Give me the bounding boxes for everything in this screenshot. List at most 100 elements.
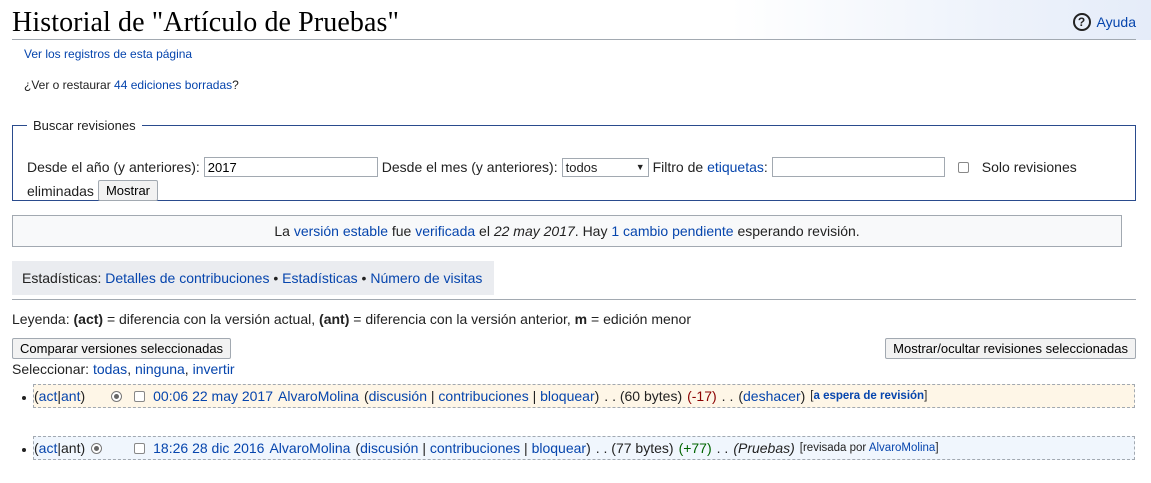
diff-old-radio[interactable] — [111, 390, 123, 402]
only-deleted-label-2: eliminadas — [27, 182, 94, 199]
deleted-suffix: ? — [232, 78, 239, 92]
title-divider — [12, 39, 1136, 40]
size-diff: (-17) — [687, 388, 717, 404]
deleted-edits-notice: ¿Ver o restaurar 44 ediciones borradas? — [24, 78, 239, 92]
revision-date-link[interactable]: 18:26 28 dic 2016 — [153, 437, 264, 459]
contribs-link[interactable]: contribuciones — [430, 440, 520, 456]
search-row-2: eliminadas Mostrar — [27, 180, 158, 201]
tags-link[interactable]: etiquetas — [707, 159, 764, 175]
flagged-text-4: . Hay — [574, 223, 612, 239]
pending-change-link[interactable]: 1 cambio pendiente — [611, 223, 733, 239]
contribution-details-link[interactable]: Detalles de contribuciones — [105, 270, 269, 286]
search-revisions-form: Buscar revisiones Desde el año (y anteri… — [12, 118, 1136, 201]
view-logs-link[interactable]: Ver los registros de esta página — [24, 47, 192, 61]
month-select[interactable]: todos ▼ — [561, 157, 649, 177]
size-diff: (+77) — [678, 440, 712, 456]
tag-prefix: [revisada por — [799, 442, 869, 454]
revision-row: (act | ant) 00:06 22 may 2017 AlvaroMoli… — [33, 384, 1135, 408]
deleted-edits-link[interactable]: 44 ediciones borradas — [114, 78, 232, 92]
user-link[interactable]: AlvaroMolina — [278, 385, 359, 407]
tag-suffix: ] — [924, 390, 928, 402]
stats-separator: • — [357, 270, 371, 286]
revision-row: (act | ant) 18:26 28 dic 2016 AlvaroMoli… — [33, 436, 1135, 460]
talk-link[interactable]: discusión — [360, 440, 418, 456]
separator-dots: . . — [716, 440, 729, 456]
statistics-link[interactable]: Estadísticas — [282, 270, 357, 286]
only-deleted-checkbox[interactable] — [957, 161, 969, 173]
tag-filter-prefix: Filtro de — [652, 159, 708, 175]
block-link[interactable]: bloquear — [532, 440, 587, 456]
review-tag: [revisada por AlvaroMolina] — [800, 437, 939, 459]
user-tools: (discusión | contribuciones | bloquear) — [355, 440, 591, 456]
page-views-link[interactable]: Número de visitas — [370, 270, 482, 286]
separator-dots: . . — [721, 388, 734, 404]
select-invert-link[interactable]: invertir — [193, 361, 235, 377]
undo-link[interactable]: deshacer — [743, 388, 801, 404]
talk-link[interactable]: discusión — [369, 388, 427, 404]
page-title: Historial de "Artículo de Pruebas" — [12, 7, 400, 38]
revision-checkbox[interactable] — [134, 442, 146, 454]
flagged-text-2: fue — [387, 223, 416, 239]
month-select-value: todos — [565, 159, 598, 175]
only-deleted-label-1: Solo revisiones — [981, 159, 1077, 175]
tag-filter-input[interactable] — [771, 157, 945, 177]
help-icon: ? — [1072, 13, 1091, 31]
ant-link[interactable]: ant — [61, 385, 80, 407]
tag-suffix: ] — [935, 442, 939, 454]
legend-act: (act) — [73, 311, 104, 327]
user-tools: (discusión | contribuciones | bloquear) — [363, 388, 600, 404]
legend-act-desc: = diferencia con la versión actual, — [103, 311, 320, 327]
flagged-text-3: el — [475, 223, 494, 239]
list-bullet — [22, 448, 26, 452]
review-tag: [a espera de revisión] — [810, 385, 927, 407]
legend-minor: m — [574, 311, 588, 327]
list-bullet — [22, 396, 26, 400]
act-link[interactable]: act — [39, 385, 58, 407]
block-link[interactable]: bloquear — [540, 388, 595, 404]
contribs-link[interactable]: contribuciones — [438, 388, 528, 404]
legend-ant: (ant) — [319, 311, 350, 327]
year-label: Desde el año (y anteriores): — [27, 159, 200, 175]
year-input[interactable] — [203, 157, 378, 177]
revision-date-link[interactable]: 00:06 22 may 2017 — [153, 385, 273, 407]
show-hide-revisions-button[interactable]: Mostrar/ocultar revisiones seleccionadas — [885, 338, 1136, 359]
select-comma: , — [127, 361, 132, 377]
flagged-revs-notice: La versión estable fue verificada el 22 … — [12, 215, 1122, 247]
diff-old-radio[interactable] — [91, 442, 103, 454]
ant-text: ant — [61, 440, 81, 456]
legend-line: Leyenda: (act) = diferencia con la versi… — [12, 311, 691, 327]
select-all-link[interactable]: todas — [93, 361, 127, 377]
paren-close: ) — [80, 388, 86, 404]
flagged-text-5: esperando revisión. — [733, 223, 860, 239]
act-text: act — [38, 440, 58, 456]
legend-minor-desc: = edición menor — [587, 311, 692, 327]
dropdown-arrow-icon: ▼ — [635, 162, 645, 172]
search-row: Desde el año (y anteriores): Desde el me… — [27, 157, 1077, 177]
stats-separator: • — [269, 270, 283, 286]
help-link[interactable]: ? Ayuda — [1072, 13, 1136, 31]
legend-prefix: Leyenda: — [12, 311, 74, 327]
show-button[interactable]: Mostrar — [97, 180, 158, 201]
undo-wrapper: (deshacer) — [738, 388, 806, 404]
pending-review-link[interactable]: a espera de revisión — [813, 390, 924, 402]
select-comma: , — [184, 361, 189, 377]
flagged-text-1: La — [274, 223, 294, 239]
section-divider — [12, 299, 1136, 300]
tag-filter-suffix: : — [763, 159, 768, 175]
select-none-link[interactable]: ninguna — [135, 361, 185, 377]
revision-checkbox[interactable] — [134, 390, 146, 402]
reviewer-link[interactable]: AlvaroMolina — [869, 442, 935, 454]
user-link[interactable]: AlvaroMolina — [269, 437, 350, 459]
select-line: Seleccionar: todas, ninguna, invertir — [12, 361, 235, 377]
help-label[interactable]: Ayuda — [1097, 14, 1136, 30]
paren-close: ) — [80, 440, 86, 456]
stats-label: Estadísticas: — [22, 270, 102, 286]
compare-versions-button[interactable]: Comparar versiones seleccionadas — [12, 338, 232, 359]
flagged-date: 22 may 2017 — [493, 223, 575, 239]
legend-ant-desc: = diferencia con la versión anterior, — [349, 311, 575, 327]
select-label: Seleccionar: — [12, 361, 90, 377]
stable-version-link[interactable]: versión estable — [294, 223, 388, 239]
revision-size: . . (77 bytes) — [595, 440, 674, 456]
revision-size: . . (60 bytes) — [604, 388, 683, 404]
verified-link[interactable]: verificada — [415, 223, 475, 239]
